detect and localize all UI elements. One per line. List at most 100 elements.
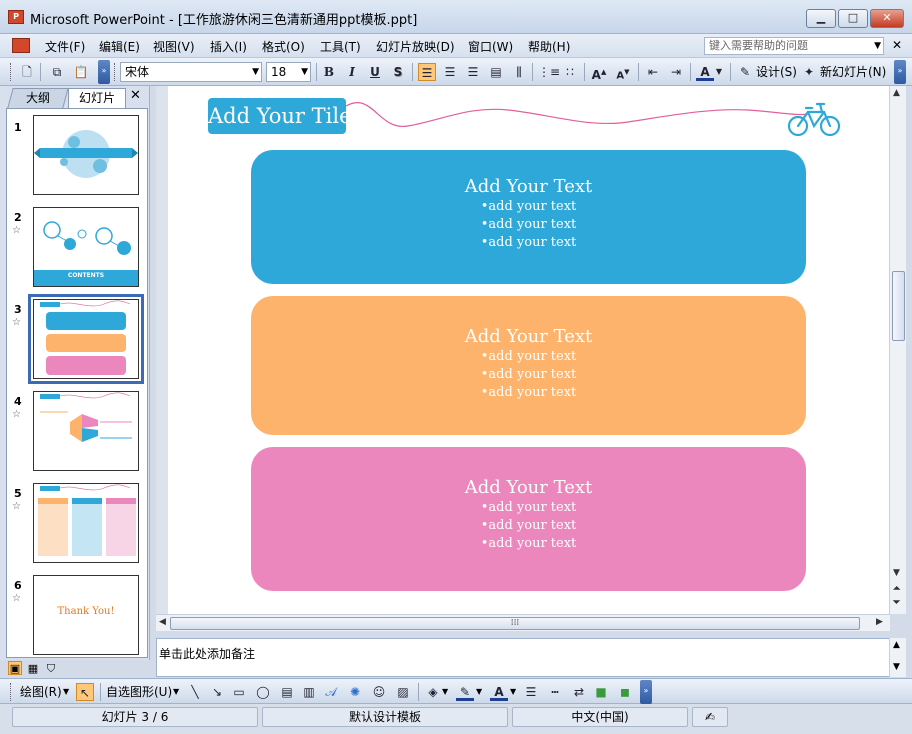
oval-tool-icon[interactable]: ◯ xyxy=(254,683,272,701)
vertical-scroll-thumb[interactable] xyxy=(892,271,905,341)
rectangle-tool-icon[interactable]: ▭ xyxy=(230,683,248,701)
pane-close-button[interactable]: ✕ xyxy=(130,88,141,103)
design-icon[interactable]: ✎ xyxy=(736,63,754,81)
align-right-icon[interactable]: ☰ xyxy=(464,63,482,81)
menu-window[interactable]: 窗口(W) xyxy=(468,38,513,55)
slide-thumbnail-1[interactable] xyxy=(33,115,139,195)
slide-thumbnail-list[interactable]: 1 2 ☆ CONTENTS 3 ☆ 4 ☆ 5 ☆ 6 ☆ Thank You… xyxy=(6,108,148,658)
chevron-down-icon[interactable]: ▼ xyxy=(301,63,308,81)
diagram-icon[interactable]: ✺ xyxy=(346,683,364,701)
content-panel-blue[interactable]: Add Your Text •add your text •add your t… xyxy=(251,150,806,284)
menu-insert[interactable]: 插入(I) xyxy=(210,38,247,55)
vertical-textbox-icon[interactable]: ▥ xyxy=(300,683,318,701)
menu-view[interactable]: 视图(V) xyxy=(153,38,195,55)
toolbar-grip[interactable] xyxy=(10,683,13,701)
font-size-select[interactable]: 18 ▼ xyxy=(266,62,311,82)
template-name[interactable]: 默认设计模板 xyxy=(262,707,508,727)
chevron-down-icon[interactable]: ▼ xyxy=(63,684,69,700)
select-pointer-icon[interactable]: ↖ xyxy=(76,683,94,701)
vertical-scrollbar[interactable]: ▲ ▼ ⏶ ⏷ xyxy=(889,86,906,614)
italic-button[interactable]: I xyxy=(343,63,361,81)
scroll-up-icon[interactable]: ▲ xyxy=(893,88,900,98)
previous-slide-icon[interactable]: ⏶ xyxy=(893,584,900,594)
justify-icon[interactable]: ▤ xyxy=(487,63,505,81)
numbering-icon[interactable]: ⋮≡ xyxy=(538,63,560,81)
bullets-icon[interactable]: ∷ xyxy=(561,63,579,81)
tab-outline[interactable]: 大纲 xyxy=(7,88,69,108)
menu-edit[interactable]: 编辑(E) xyxy=(99,38,140,55)
align-center-icon[interactable]: ☰ xyxy=(441,63,459,81)
content-panel-pink[interactable]: Add Your Text •add your text •add your t… xyxy=(251,447,806,591)
toolbar-grip[interactable] xyxy=(114,63,117,81)
chevron-down-icon[interactable]: ▼ xyxy=(874,38,881,54)
dash-style-icon[interactable]: ┅ xyxy=(546,683,564,701)
textbox-tool-icon[interactable]: ▤ xyxy=(278,683,296,701)
slide-editor[interactable]: Add Your Tile Add Your Text •add your te… xyxy=(156,86,890,614)
slide-thumbnail-5[interactable] xyxy=(33,483,139,563)
new-slide-button[interactable]: 新幻灯片(N) xyxy=(820,63,886,81)
chevron-down-icon[interactable]: ▼ xyxy=(510,684,516,700)
increase-indent-icon[interactable]: ⇥ xyxy=(667,63,685,81)
bold-button[interactable]: B xyxy=(320,63,338,81)
scroll-up-icon[interactable]: ▲ xyxy=(893,640,900,650)
scroll-down-icon[interactable]: ▼ xyxy=(893,568,900,578)
wordart-icon[interactable]: 𝒜 xyxy=(322,683,340,701)
decrease-indent-icon[interactable]: ⇤ xyxy=(644,63,662,81)
font-name-select[interactable]: 宋体 ▼ xyxy=(120,62,262,82)
menu-file[interactable]: 文件(F) xyxy=(45,38,85,55)
paste-icon[interactable]: 📋 xyxy=(72,63,90,81)
language-indicator[interactable]: 中文(中国) xyxy=(512,707,688,727)
shadow-button[interactable]: S xyxy=(389,63,407,81)
menu-help[interactable]: 帮助(H) xyxy=(528,38,570,55)
line-color-icon[interactable]: ✎ xyxy=(456,683,474,701)
spelling-check-icon[interactable]: ✍ xyxy=(692,707,728,727)
slide-thumbnail-4[interactable] xyxy=(33,391,139,471)
distribute-icon[interactable]: ⫼ xyxy=(510,63,528,81)
new-document-icon[interactable]: 🗋 xyxy=(18,63,36,81)
menu-format[interactable]: 格式(O) xyxy=(262,38,305,55)
toolbar-overflow-icon[interactable]: » xyxy=(894,60,906,84)
maximize-button[interactable]: □ xyxy=(838,9,868,28)
arrow-tool-icon[interactable]: ↘ xyxy=(208,683,226,701)
normal-view-icon[interactable]: ▣ xyxy=(8,661,22,675)
minimize-button[interactable]: ▁ xyxy=(806,9,836,28)
picture-icon[interactable]: ▨ xyxy=(394,683,412,701)
scroll-left-icon[interactable]: ◀ xyxy=(159,617,166,627)
close-button[interactable]: ✕ xyxy=(870,9,904,28)
chevron-down-icon[interactable]: ▼ xyxy=(476,684,482,700)
scroll-right-icon[interactable]: ▶ xyxy=(876,617,883,627)
underline-button[interactable]: U xyxy=(366,63,384,81)
autoshapes-menu-button[interactable]: 自选图形(U) xyxy=(106,684,172,700)
menu-tools[interactable]: 工具(T) xyxy=(320,38,361,55)
slide-sorter-view-icon[interactable]: ▦ xyxy=(26,661,40,675)
font-color-icon[interactable]: A xyxy=(696,63,714,81)
horizontal-scrollbar[interactable]: ◀ ⁞⁞⁞ ▶ xyxy=(156,614,890,631)
horizontal-scroll-thumb[interactable]: ⁞⁞⁞ xyxy=(170,617,860,630)
slideshow-view-icon[interactable]: ⛉ xyxy=(44,661,58,675)
new-slide-icon[interactable]: ✦ xyxy=(800,63,818,81)
toolbar-grip[interactable] xyxy=(10,63,13,81)
scroll-down-icon[interactable]: ▼ xyxy=(893,662,900,672)
slide-thumbnail-6[interactable]: Thank You! xyxy=(33,575,139,655)
help-search-input[interactable]: 键入需要帮助的问题 ▼ xyxy=(704,37,884,55)
chevron-down-icon[interactable]: ▼ xyxy=(173,684,179,700)
menu-slideshow[interactable]: 幻灯片放映(D) xyxy=(376,38,455,55)
line-style-icon[interactable]: ☰ xyxy=(522,683,540,701)
document-close-button[interactable]: ✕ xyxy=(892,38,902,52)
3d-style-icon[interactable]: ◼ xyxy=(616,683,634,701)
clipart-icon[interactable]: ☺ xyxy=(370,683,388,701)
tab-slides[interactable]: 幻灯片 xyxy=(68,88,126,108)
next-slide-icon[interactable]: ⏷ xyxy=(893,598,900,608)
chevron-down-icon[interactable]: ▼ xyxy=(252,63,259,81)
decrease-font-icon[interactable]: A▼ xyxy=(614,63,632,81)
toolbar-overflow-icon[interactable]: » xyxy=(640,680,652,704)
document-icon[interactable] xyxy=(12,38,30,53)
align-left-icon[interactable]: ☰ xyxy=(418,63,436,81)
arrow-style-icon[interactable]: ⇄ xyxy=(570,683,588,701)
slide-canvas[interactable]: Add Your Tile Add Your Text •add your te… xyxy=(168,86,890,614)
font-color-icon[interactable]: A xyxy=(490,683,508,701)
slide-thumbnail-2[interactable]: CONTENTS xyxy=(33,207,139,287)
draw-menu-button[interactable]: 绘图(R) xyxy=(20,684,62,700)
design-button[interactable]: 设计(S) xyxy=(756,63,797,81)
chevron-down-icon[interactable]: ▼ xyxy=(442,684,448,700)
